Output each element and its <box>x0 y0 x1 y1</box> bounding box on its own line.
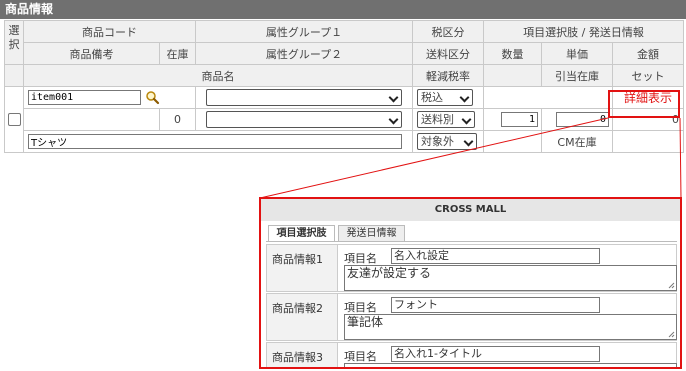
item-name-input-3[interactable]: 名入れ1-タイトル <box>391 346 600 362</box>
item-text-area-1[interactable]: 友達が設定する <box>344 265 677 291</box>
item-name-label-1: 項目名 <box>344 252 377 265</box>
product-info-label-1: 商品情報1 <box>267 245 338 291</box>
product-info-row-2: 商品情報2 項目名 フォント 筆記体 <box>266 293 677 341</box>
item-text-area-2[interactable]: 筆記体 <box>344 314 677 340</box>
item-name-label-2: 項目名 <box>344 301 377 314</box>
item-text-area-3[interactable] <box>344 363 677 367</box>
item-name-input-1[interactable]: 名入れ設定 <box>391 248 600 264</box>
item-name-label-3: 項目名 <box>344 350 377 363</box>
item-name-input-2[interactable]: フォント <box>391 297 600 313</box>
item-text-2: 筆記体 <box>347 315 384 329</box>
resize-grip-icon[interactable] <box>668 282 675 289</box>
product-info-row-3: 商品情報3 項目名 名入れ1-タイトル <box>266 342 677 367</box>
item-text-1: 友達が設定する <box>347 266 432 280</box>
tab-option-items[interactable]: 項目選択肢 <box>268 225 335 242</box>
popup-title: CROSS MALL <box>261 199 680 221</box>
product-info-row-1: 商品情報1 項目名 名入れ設定 友達が設定する <box>266 244 677 292</box>
product-info-label-3: 商品情報3 <box>267 343 338 367</box>
tab-shipping-date[interactable]: 発送日情報 <box>338 225 405 242</box>
detail-popup: CROSS MALL 項目選択肢 発送日情報 商品情報1 項目名 名入れ設定 友… <box>259 197 682 369</box>
tab-divider <box>266 241 677 242</box>
product-info-label-2: 商品情報2 <box>267 294 338 340</box>
resize-grip-icon[interactable] <box>668 331 675 338</box>
